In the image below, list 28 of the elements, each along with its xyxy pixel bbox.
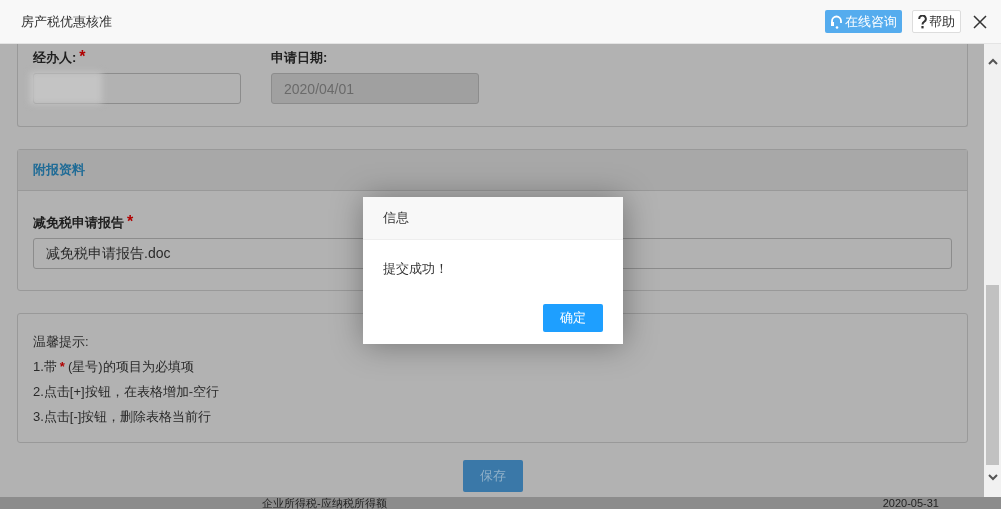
field-label: 申请日期: [271, 50, 328, 65]
confirm-button[interactable]: 确定 [543, 304, 603, 332]
scrollbar[interactable] [984, 44, 1001, 497]
tip-text: 1.带 * (星号)的项目为必填项 [33, 358, 195, 376]
input-field[interactable] [33, 73, 241, 104]
scroll-thumb[interactable] [986, 285, 999, 465]
table-cell: 2020-05-31 [882, 497, 939, 509]
save-button[interactable]: 保存 [462, 460, 523, 492]
field-label: 减免税申请报告 [33, 215, 124, 230]
table-cell: 企业所得税-应纳税所得额 [262, 497, 387, 509]
panel-title: 附报资料 [33, 161, 85, 179]
tips-title: 温馨提示: [33, 333, 90, 351]
required-mark: * [127, 213, 134, 230]
tip-text: 2.点击[+]按钮，在表格增加-空行 [33, 383, 220, 401]
headset-icon [830, 14, 843, 29]
scroll-up-icon[interactable] [988, 58, 998, 65]
scroll-down-icon[interactable] [988, 474, 998, 481]
required-mark: * [79, 48, 86, 65]
dialog-message: 提交成功！ [382, 260, 449, 278]
consult-button[interactable]: 在线咨询 [825, 10, 902, 33]
window-title: 房产税优惠核准 [21, 12, 113, 31]
help-button[interactable]: 帮助 [912, 10, 961, 33]
tip-text: 3.点击[-]按钮，删除表格当前行 [33, 408, 213, 426]
close-icon[interactable] [971, 12, 989, 31]
field-label: 经办人: [33, 50, 77, 65]
question-icon [918, 14, 927, 29]
dialog-title: 信息 [383, 209, 409, 227]
redacted-value [30, 72, 102, 104]
